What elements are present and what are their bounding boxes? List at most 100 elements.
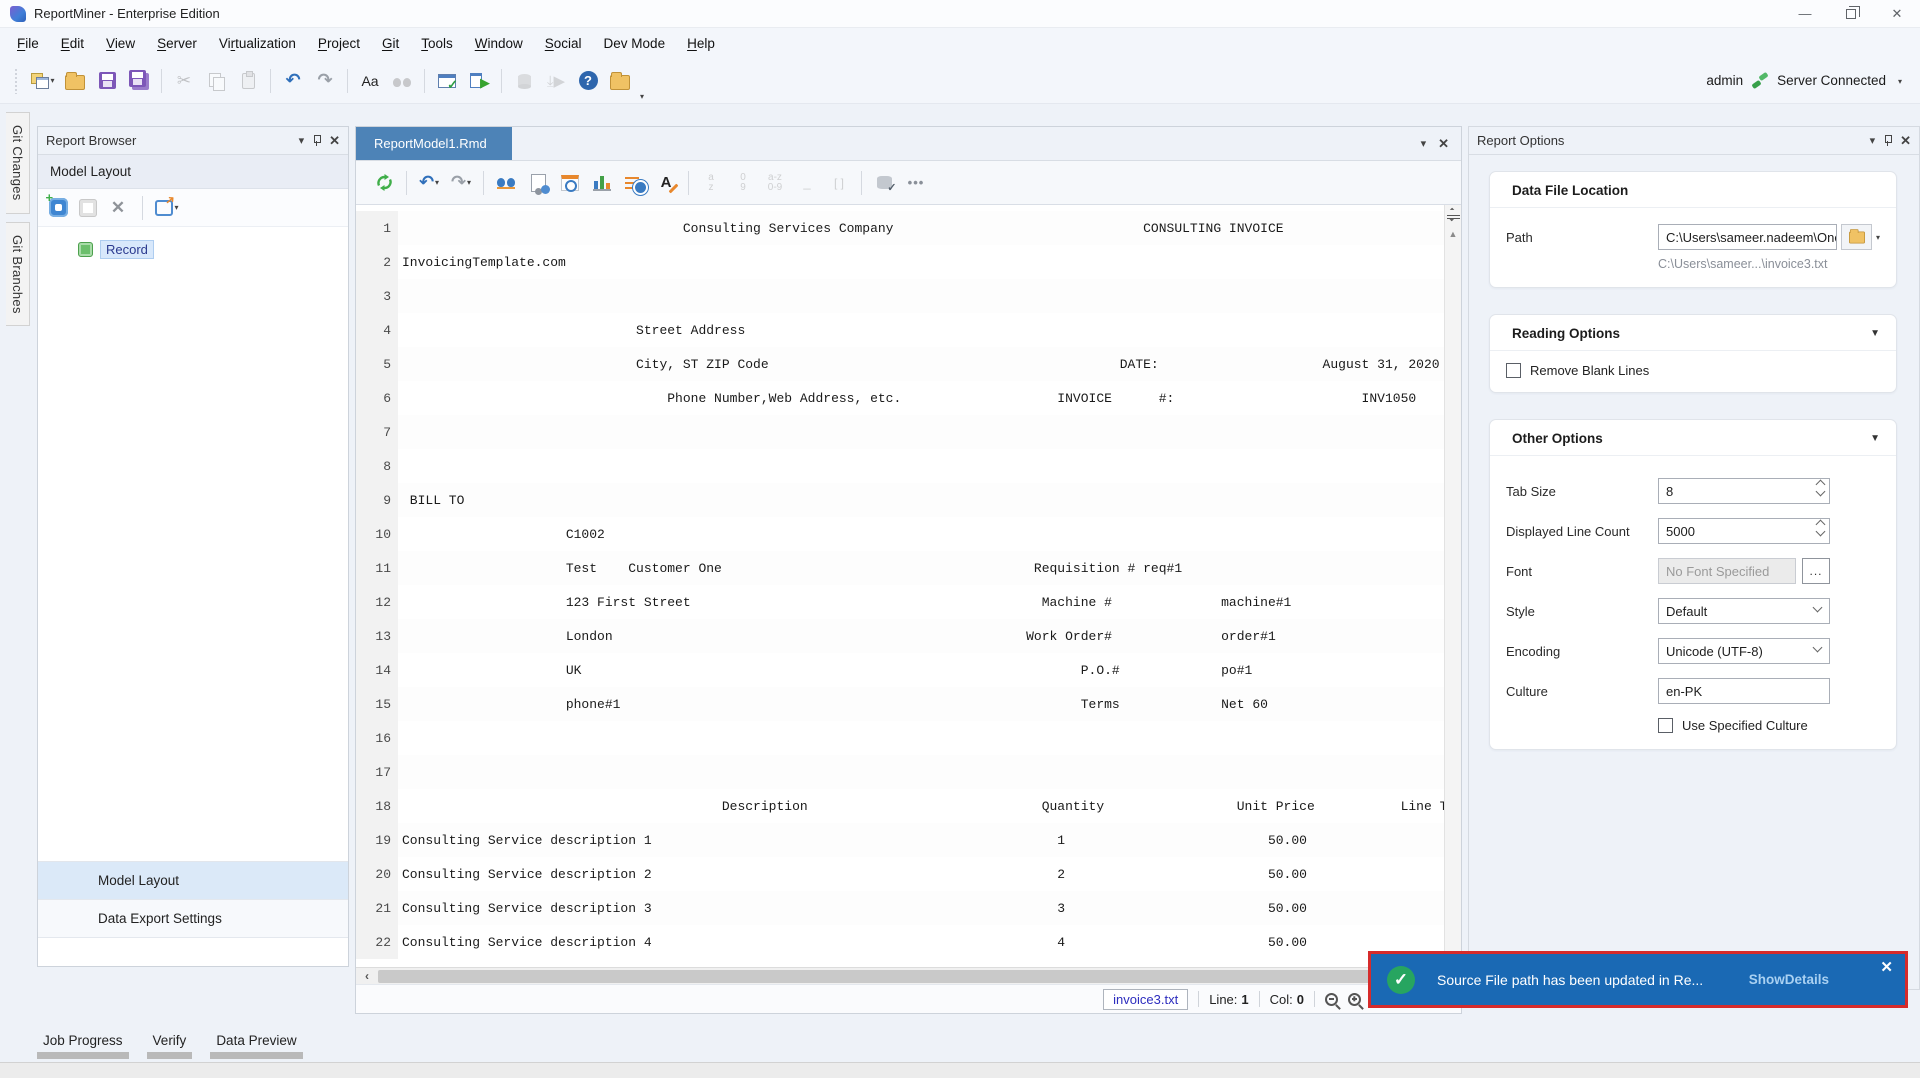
options-menu-icon[interactable]: ▾ [1870,134,1876,147]
menu-git[interactable]: Git [371,31,410,56]
preview-search-button[interactable] [556,169,584,197]
brackets-button[interactable]: [ ] [825,169,853,197]
redo-button[interactable]: ↷ [312,68,338,94]
horizontal-scroll-thumb[interactable] [378,970,1457,983]
toolbar-overflow-button[interactable]: ▾ [636,92,648,101]
delete-node-button[interactable]: ✕ [106,196,130,220]
nav-model-layout[interactable]: Model Layout [38,862,348,900]
rail-tab-git-branches[interactable]: Git Branches [6,222,30,327]
document-close-icon[interactable]: ✕ [1438,136,1449,152]
cut-button[interactable]: ✂ [171,68,197,94]
panel-close-icon[interactable]: ✕ [329,133,340,149]
sort-numeric-button[interactable]: 0 9 [729,169,757,197]
field-statistics-button[interactable] [588,169,616,197]
bottom-tab-data-preview[interactable]: Data Preview [210,1030,302,1059]
horizontal-scrollbar[interactable]: ‹ [356,967,1461,984]
use-specified-culture-row[interactable]: Use Specified Culture [1658,718,1880,733]
displayed-line-count-stepper[interactable]: 5000 [1658,518,1830,544]
db-verify-button[interactable] [870,169,898,197]
pin-icon[interactable] [313,135,320,146]
open-button[interactable] [62,68,88,94]
menu-virtualization[interactable]: Virtualization [208,31,307,56]
report-text-area[interactable]: 1 Consulting Services Company CONSULTING… [356,205,1444,967]
editor-line[interactable]: 4 Street Address [356,313,1444,347]
right-toolbar-overflow-button[interactable]: ▾ [1894,77,1906,86]
export-db-button[interactable] [511,68,537,94]
restore-button[interactable] [1828,0,1874,27]
editor-line[interactable]: 1 Consulting Services Company CONSULTING… [356,211,1444,245]
encoding-select[interactable]: Unicode (UTF-8) [1658,638,1830,664]
other-options-collapse-icon[interactable]: ▼ [1870,433,1880,444]
editor-line[interactable]: 5 City, ST ZIP Code DATE: August 31, 202… [356,347,1444,381]
sort-az-button[interactable]: a z [697,169,725,197]
menu-project[interactable]: Project [307,31,371,56]
browse-file-button[interactable] [1841,224,1872,250]
menu-help[interactable]: Help [676,31,726,56]
editor-line[interactable]: 9 BILL TO [356,483,1444,517]
editor-line[interactable]: 21Consulting Service description 3 3 50.… [356,891,1444,925]
font-style-button[interactable]: A [652,169,680,197]
run-report-button[interactable] [466,68,492,94]
panel-menu-icon[interactable]: ▾ [299,134,305,147]
splitter-handle-icon[interactable] [1447,209,1460,223]
editor-line[interactable]: 15 phone#1 Terms Net 60 [356,687,1444,721]
culture-input[interactable]: en-PK [1658,678,1830,704]
remove-blank-lines-row[interactable]: Remove Blank Lines [1506,363,1880,378]
editor-line[interactable]: 7 [356,415,1444,449]
editor-line[interactable]: 16 [356,721,1444,755]
editor-line[interactable]: 2InvoicingTemplate.com [356,245,1444,279]
add-field-button[interactable] [76,196,100,220]
export-layout-button[interactable]: ▾ [155,196,179,220]
editor-line[interactable]: 19Consulting Service description 1 1 50.… [356,823,1444,857]
editor-line[interactable]: 22Consulting Service description 4 4 50.… [356,925,1444,959]
scroll-up-icon[interactable]: ▲ [1449,229,1458,239]
menu-dev-mode[interactable]: Dev Mode [593,31,677,56]
document-tab[interactable]: ReportModel1.Rmd [356,127,512,160]
nav-data-export-settings[interactable]: Data Export Settings [38,900,348,938]
tree-item-record[interactable]: Record [38,237,348,261]
underscore-button[interactable]: _ [793,169,821,197]
refresh-button[interactable] [370,169,398,197]
menu-edit[interactable]: Edit [50,31,95,56]
more-options-button[interactable]: ••• [902,169,930,197]
copy-button[interactable] [203,68,229,94]
tab-size-stepper[interactable]: 8 [1658,478,1830,504]
editor-redo-button[interactable]: ↷▾ [447,169,475,197]
zoom-in-icon[interactable] [1348,993,1361,1006]
bottom-tab-verify[interactable]: Verify [147,1030,193,1059]
notification-toast[interactable]: ✓ Source File path has been updated in R… [1368,951,1908,1008]
source-file-name[interactable]: invoice3.txt [1103,989,1188,1010]
path-input[interactable]: C:\Users\sameer.nadeem\OneDrive [1658,224,1837,250]
new-report-button[interactable]: ▾ [30,68,56,94]
menu-social[interactable]: Social [534,31,593,56]
reading-options-collapse-icon[interactable]: ▼ [1870,328,1880,339]
paste-button[interactable] [235,68,261,94]
path-dropdown-icon[interactable]: ▾ [1876,233,1880,242]
undo-button[interactable]: ↶ [280,68,306,94]
save-button[interactable] [94,68,120,94]
save-all-button[interactable] [126,68,152,94]
editor-undo-button[interactable]: ↶▾ [415,169,443,197]
editor-line[interactable]: 13 London Work Order# order#1 [356,619,1444,653]
rail-tab-git-changes[interactable]: Git Changes [6,112,30,214]
sort-alnum-button[interactable]: a-z 0-9 [761,169,789,197]
minimize-button[interactable]: — [1782,0,1828,27]
verify-window-button[interactable] [434,68,460,94]
report-settings-button[interactable] [524,169,552,197]
editor-line[interactable]: 14 UK P.O.# po#1 [356,653,1444,687]
editor-line[interactable]: 10 C1002 [356,517,1444,551]
help-button[interactable]: ? [575,68,601,94]
options-pin-icon[interactable] [1884,135,1891,146]
close-button[interactable]: ✕ [1874,0,1920,27]
font-browse-button[interactable]: ... [1802,558,1830,584]
auto-create-fields-button[interactable] [620,169,648,197]
menu-view[interactable]: View [95,31,146,56]
notification-close-icon[interactable]: ✕ [1880,958,1893,976]
show-details-link[interactable]: ShowDetails [1749,972,1829,987]
use-specified-culture-checkbox[interactable] [1658,718,1673,733]
bottom-tab-job-progress[interactable]: Job Progress [37,1030,129,1059]
find-button[interactable] [389,68,415,94]
menu-tools[interactable]: Tools [410,31,464,56]
remove-blank-lines-checkbox[interactable] [1506,363,1521,378]
zoom-out-icon[interactable] [1325,993,1338,1006]
